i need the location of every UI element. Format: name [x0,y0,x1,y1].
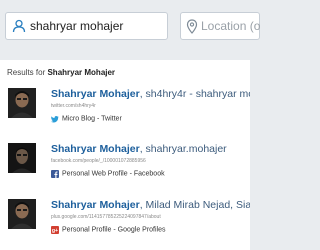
result-item[interactable]: Shahryar Mohajer, shahryar.mohajer faceb… [0,143,250,189]
avatar[interactable] [8,199,36,229]
result-name-link[interactable]: Shahryar Mohajer [51,88,140,100]
search-bar [0,0,261,52]
name-search-box[interactable] [5,12,168,40]
result-aliases: , Milad Mirab Nejad, Siavash M [139,199,250,211]
results-header: Results for Shahryar Mohajer [7,68,115,77]
google-plus-icon: g+ [51,225,59,234]
result-title[interactable]: Shahryar Mohajer, Milad Mirab Nejad, Sia… [51,199,250,211]
avatar[interactable] [8,88,36,118]
result-url[interactable]: facebook.com/people/_/100001072885956 [51,158,146,164]
result-url[interactable]: twitter.com/sh4hry4r [51,103,96,109]
results-header-query: Shahryar Mohajer [47,68,116,77]
twitter-icon [51,115,59,123]
result-title[interactable]: Shahryar Mohajer, shahryar.mohajer [51,143,227,155]
result-source: Micro Blog - Twitter [51,110,122,123]
result-source: Personal Web Profile - Facebook [51,165,165,178]
result-source-label: Personal Web Profile - Facebook [62,170,165,178]
result-item[interactable]: Shahryar Mohajer, sh4hry4r - shahryar mo… [0,88,250,134]
result-item[interactable]: Shahryar Mohajer, Milad Mirab Nejad, Sia… [0,199,250,245]
name-search-input[interactable] [30,17,164,35]
result-name-link[interactable]: Shahryar Mohajer [51,199,140,211]
facebook-icon [51,169,59,178]
location-search-input[interactable] [201,17,261,35]
result-source-label: Personal Profile - Google Profiles [62,226,166,234]
result-url[interactable]: plus.google.com/114157785225224097847/ab… [51,214,161,220]
location-pin-icon [186,19,198,34]
results-panel: Results for Shahryar Mohajer Shahryar Mo… [0,60,250,250]
result-source: g+ Personal Profile - Google Profiles [51,221,166,234]
result-aliases: , sh4hry4r - shahryar mohajer [139,88,250,100]
result-name-link[interactable]: Shahryar Mohajer [51,143,140,155]
results-header-prefix: Results for [7,68,48,77]
result-title[interactable]: Shahryar Mohajer, sh4hry4r - shahryar mo… [51,88,250,100]
location-search-box[interactable] [180,12,261,40]
svg-text:g+: g+ [52,228,58,234]
result-aliases: , shahryar.mohajer [139,143,227,155]
person-icon [12,19,26,33]
result-source-label: Micro Blog - Twitter [62,115,122,123]
avatar[interactable] [8,143,36,173]
